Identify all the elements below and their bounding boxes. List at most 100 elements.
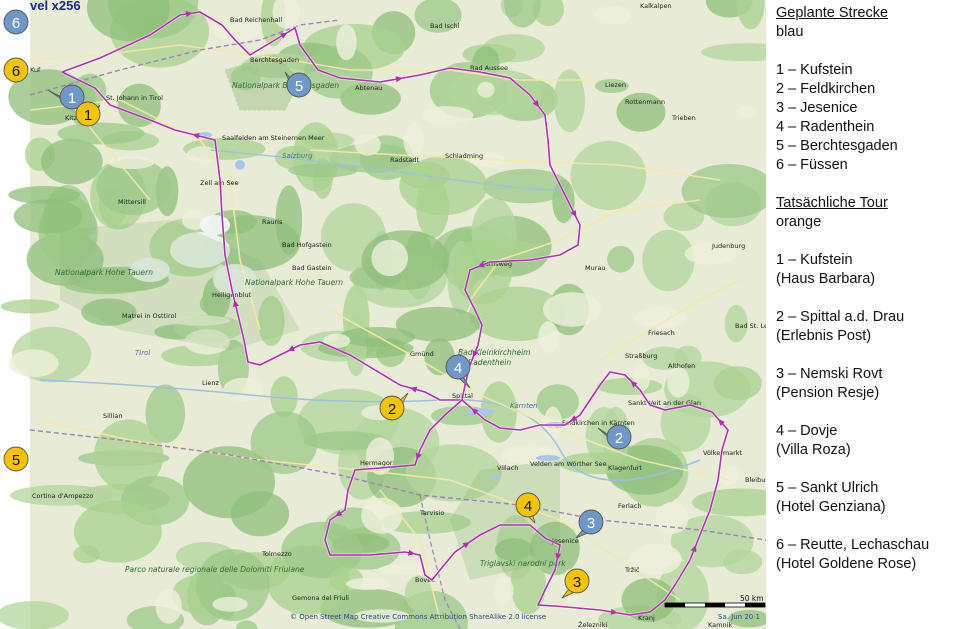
town-label-kufstein-abbr: Kuf (30, 66, 41, 74)
town-label-villach: Villach (497, 464, 518, 472)
forest-area (451, 239, 542, 260)
orange-marker-4-label: 4 (524, 498, 532, 515)
actual-item-place: 6 – Reutte, Lechaschau (776, 537, 930, 553)
open-terrain (667, 366, 690, 398)
town-label-saalfelden: Saalfelden am Steinernen Meer (222, 134, 325, 142)
town-label-abtenau: Abtenau (355, 84, 382, 92)
actual-item: 5 – Sankt Ulrich (Hotel Genziana) (776, 479, 956, 536)
lake (235, 160, 245, 170)
region-label-salzburg: Salzburg (282, 152, 313, 160)
town-label-gmuend: Gmünd (410, 350, 434, 358)
town-label-klagenfurt: Klagenfurt (608, 464, 642, 472)
region-label-parco: Parco naturale regionale delle Dolomiti … (125, 565, 305, 574)
forest-area (570, 140, 647, 211)
open-terrain (634, 306, 687, 329)
actual-item-place: 5 – Sankt Ulrich (776, 480, 879, 496)
town-label-friesach: Friesach (648, 329, 675, 337)
town-label-althofen: Althofen (668, 362, 695, 370)
forest-area (713, 366, 762, 401)
legend: Geplante Strecke blau 1 – Kufstein 2 – Fe… (776, 4, 956, 574)
planned-item: 5 – Berchtesgaden (776, 138, 898, 154)
town-label-bleiburg: Bleiburg (745, 476, 766, 484)
open-terrain (336, 24, 357, 61)
open-terrain (594, 6, 631, 25)
actual-item-lodging: (Pension Resje) (776, 385, 880, 401)
town-label-liezen: Liezen (605, 81, 626, 89)
orange-marker-5-label: 5 (12, 452, 20, 469)
actual-item-place: 4 – Dovje (776, 423, 838, 439)
town-label-st-johann: St. Johann in Tirol (106, 94, 163, 102)
town-label-judenburg: Judenburg (711, 242, 745, 250)
lake (489, 476, 501, 480)
town-label-lienz: Lienz (202, 379, 220, 387)
blue-marker-4-label: 4 (454, 360, 462, 377)
town-label-matrei: Matrei in Osttirol (122, 312, 176, 320)
town-label-strassburg: Straßburg (625, 352, 657, 360)
actual-item: 4 – Dovje (Villa Roza) (776, 422, 956, 479)
actual-item-place: 1 – Kufstein (776, 252, 853, 268)
actual-item: 1 – Kufstein (Haus Barbara) (776, 251, 956, 308)
town-label-kamnik: Kamnik (708, 621, 732, 629)
forest-area (642, 229, 695, 292)
actual-item-lodging: (Hotel Goldene Rose) (776, 556, 917, 572)
orange-marker-6-label: 6 (12, 63, 20, 80)
region-label-bad-kleinkirchheim: Bad Kleinkirchheim (458, 348, 530, 357)
town-label-cortina: Cortina d'Ampezzo (32, 492, 93, 500)
town-label-bad-gastein: Bad Gastein (292, 264, 332, 272)
town-label-trieben: Trieben (671, 114, 696, 122)
town-label-tolmezzo: Tolmezzo (261, 550, 292, 558)
open-terrain (493, 576, 514, 605)
planned-list: 1 – Kufstein 2 – Feldkirchen 3 – Jesenice 4… (776, 61, 956, 175)
town-label-bad-hofgastein: Bad Hofgastein (282, 241, 332, 249)
actual-item-place: 2 – Spittal a.d. Drau (776, 309, 905, 325)
town-label-bad-st-leonhard: Bad St. Leonhard (735, 322, 766, 330)
forest-area (723, 549, 763, 575)
actual-list: 1 – Kufstein (Haus Barbara) 2 – Spittal a.… (776, 251, 956, 574)
region-label-np-hohe-tauern-west: Nationalpark Hohe Tauern (55, 268, 153, 277)
open-terrain (8, 349, 59, 378)
town-label-zelezniki: Železniki (578, 620, 607, 629)
town-label-murau: Murau (585, 264, 606, 272)
town-label-radstadt: Radstadt (390, 156, 420, 164)
forest-area (74, 500, 162, 563)
actual-item-place: 3 – Nemski Rovt (776, 366, 883, 382)
blue-marker-1-label: 1 (68, 90, 76, 107)
actual-item-lodging: (Erlebnis Post) (776, 328, 872, 344)
actual-item: 3 – Nemski Rovt (Pension Resje) (776, 365, 956, 422)
actual-item-lodging: (Haus Barbara) (776, 271, 876, 287)
open-terrain (719, 466, 740, 486)
forest-area (395, 306, 480, 342)
town-label-sillian: Sillian (103, 412, 122, 420)
forest-area (607, 245, 635, 273)
town-label-gemona: Gemona del Friuli (292, 594, 349, 602)
planned-item: 3 – Jesenice (776, 100, 858, 116)
open-terrain (223, 377, 264, 402)
open-terrain (655, 502, 689, 534)
forest-area (40, 138, 103, 185)
attribution[interactable]: © Open Street Map Creative Commons Attri… (290, 613, 546, 621)
town-label-kranj: Kranj (638, 614, 655, 622)
open-terrain (403, 123, 424, 158)
map-panel[interactable]: Bad Reichenhall Bad Ischl Berchtesgaden Abt… (0, 0, 766, 629)
forest-area (399, 156, 488, 216)
forest-area (553, 69, 586, 133)
actual-item-lodging: (Villa Roza) (776, 442, 851, 458)
orange-marker-1-label: 1 (84, 107, 92, 124)
town-label-rauris: Rauris (262, 218, 283, 226)
region-label-np-berchtesgaden: Nationalpark Berchtesgaden (232, 81, 339, 90)
region-label-kaernten: Kärnten (510, 402, 537, 410)
town-label-ferlach: Ferlach (618, 502, 642, 510)
planned-item: 1 – Kufstein (776, 62, 853, 78)
scale-label: 50 km (740, 594, 764, 603)
forest-area (230, 491, 290, 537)
actual-item: 6 – Reutte, Lechaschau (Hotel Goldene Ros… (776, 536, 956, 574)
actual-title: Tatsächliche Tour (776, 195, 888, 211)
blue-marker-3-label: 3 (587, 515, 595, 532)
forest-area (482, 168, 570, 204)
town-label-hermagor: Hermagor (360, 459, 393, 467)
open-terrain (543, 292, 601, 327)
open-terrain (345, 577, 391, 590)
town-label-velden: Velden am Wörther See (530, 460, 607, 468)
town-label-bad-reichenhall: Bad Reichenhall (230, 16, 282, 24)
orange-marker-2-label: 2 (388, 401, 396, 418)
